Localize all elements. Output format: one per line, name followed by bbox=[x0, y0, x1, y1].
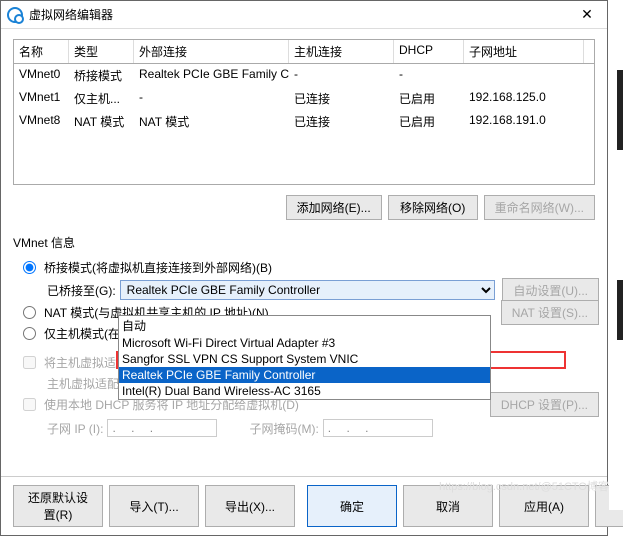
col-name[interactable]: 名称 bbox=[14, 40, 69, 63]
bridge-radio[interactable] bbox=[23, 261, 36, 274]
subnet-ip-field: . . . bbox=[107, 419, 217, 437]
host-adapter-checkbox bbox=[23, 356, 36, 369]
remove-network-button[interactable]: 移除网络(O) bbox=[388, 195, 478, 220]
window-title: 虚拟网络编辑器 bbox=[29, 6, 573, 23]
bridge-label: 桥接模式(将虚拟机直接连接到外部网络)(B) bbox=[44, 259, 272, 276]
adapter-dropdown[interactable]: 自动Microsoft Wi-Fi Direct Virtual Adapter… bbox=[118, 315, 491, 400]
subnet-mask-field: . . . bbox=[323, 419, 433, 437]
col-dhcp[interactable]: DHCP bbox=[394, 40, 464, 63]
bridged-to-label: 已桥接至(G): bbox=[47, 282, 116, 299]
use-dhcp-checkbox bbox=[23, 398, 36, 411]
networks-table: 名称 类型 外部连接 主机连接 DHCP 子网地址 VMnet0桥接模式Real… bbox=[13, 39, 595, 185]
table-row[interactable]: VMnet8NAT 模式NAT 模式已连接已启用192.168.191.0 bbox=[14, 110, 594, 133]
dropdown-option[interactable]: Realtek PCIe GBE Family Controller bbox=[119, 367, 490, 383]
bridged-adapter-select[interactable]: Realtek PCIe GBE Family Controller bbox=[120, 280, 495, 300]
app-icon bbox=[7, 7, 23, 23]
table-header: 名称 类型 外部连接 主机连接 DHCP 子网地址 bbox=[14, 40, 594, 64]
rename-network-button: 重命名网络(W)... bbox=[484, 195, 595, 220]
add-network-button[interactable]: 添加网络(E)... bbox=[286, 195, 382, 220]
vmnet-info-label: VMnet 信息 bbox=[13, 234, 595, 251]
col-type[interactable]: 类型 bbox=[69, 40, 134, 63]
subnet-ip-label: 子网 IP (I): bbox=[47, 420, 103, 437]
hostonly-radio[interactable] bbox=[23, 327, 36, 340]
titlebar: 虚拟网络编辑器 ✕ bbox=[1, 1, 607, 29]
nat-settings-button: NAT 设置(S)... bbox=[501, 300, 599, 325]
ok-button[interactable]: 确定 bbox=[307, 485, 397, 527]
table-row[interactable]: VMnet1仅主机...-已连接已启用192.168.125.0 bbox=[14, 87, 594, 110]
dropdown-option[interactable]: 自动 bbox=[119, 316, 490, 335]
subnet-mask-label: 子网掩码(M): bbox=[249, 420, 318, 437]
restore-defaults-button[interactable]: 还原默认设置(R) bbox=[13, 485, 103, 527]
auto-settings-button: 自动设置(U)... bbox=[502, 278, 599, 303]
import-button[interactable]: 导入(T)... bbox=[109, 485, 199, 527]
col-subnet[interactable]: 子网地址 bbox=[464, 40, 584, 63]
cancel-button[interactable]: 取消 bbox=[403, 485, 493, 527]
dropdown-option[interactable]: Intel(R) Dual Band Wireless-AC 3165 bbox=[119, 383, 490, 399]
col-external[interactable]: 外部连接 bbox=[134, 40, 289, 63]
export-button[interactable]: 导出(X)... bbox=[205, 485, 295, 527]
dropdown-option[interactable]: Sangfor SSL VPN CS Support System VNIC bbox=[119, 351, 490, 367]
dropdown-option[interactable]: Microsoft Wi-Fi Direct Virtual Adapter #… bbox=[119, 335, 490, 351]
virtual-network-editor-dialog: 虚拟网络编辑器 ✕ 名称 类型 外部连接 主机连接 DHCP 子网地址 VMne… bbox=[0, 0, 608, 536]
close-icon[interactable]: ✕ bbox=[573, 6, 601, 23]
col-host[interactable]: 主机连接 bbox=[289, 40, 394, 63]
dialog-footer: 还原默认设置(R) 导入(T)... 导出(X)... 确定 取消 应用(A) … bbox=[1, 476, 607, 535]
nat-radio[interactable] bbox=[23, 306, 36, 319]
apply-button[interactable]: 应用(A) bbox=[499, 485, 589, 527]
table-row[interactable]: VMnet0桥接模式Realtek PCIe GBE Family Co...-… bbox=[14, 64, 594, 87]
dhcp-settings-button: DHCP 设置(P)... bbox=[490, 392, 599, 417]
